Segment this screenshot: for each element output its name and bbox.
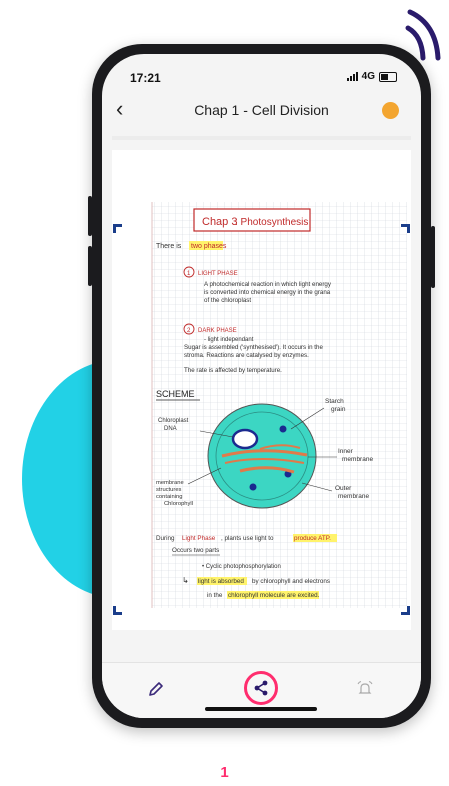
arrow-icon: ↳: [182, 576, 189, 585]
phase2-line4: The rate is affected by temperature.: [184, 367, 282, 374]
occurs-text: Occurs two parts: [172, 547, 219, 554]
phase1-line3: of the chloroplast: [204, 297, 251, 304]
during-atp: produce ATP.: [294, 535, 331, 542]
toolbar-strip: [112, 136, 411, 140]
note-page: Chap 3 : Photosynthesis There is two pha…: [151, 202, 407, 608]
label-membrane-3: containing: [156, 494, 182, 500]
crop-corner-top-left-icon[interactable]: [113, 224, 122, 233]
volume-up-button: [88, 196, 92, 236]
label-membrane-2: structures: [156, 487, 182, 493]
crop-corner-bottom-right-icon[interactable]: [401, 606, 410, 615]
share-button[interactable]: [244, 671, 278, 705]
label-chloroplast-2: DNA: [164, 426, 177, 432]
status-dot[interactable]: [382, 102, 399, 119]
arrow-line2-b: chlorophyll molecule are excited.: [228, 592, 320, 599]
phase2-title: DARK PHASE: [198, 328, 237, 334]
label-inner-2: membrane: [342, 456, 373, 463]
during-text: During: [156, 535, 175, 542]
heading-chap: Chap 3: [202, 216, 237, 228]
crop-corner-top-right-icon[interactable]: [401, 224, 410, 233]
note-document: Chap 3 : Photosynthesis There is two pha…: [112, 150, 411, 630]
phase1-line2: is converted into chemical energy in the…: [204, 289, 331, 296]
phase1-line1: A photochemical reaction in which light …: [204, 281, 332, 288]
heading-topic: : Photosynthesis: [235, 217, 308, 228]
phone-screen: 17:21 4G ‹ Chap 1 - Cell Division Chap 3…: [102, 54, 421, 718]
phase2-line3: stroma. Reactions are catalysed by enzym…: [184, 352, 309, 359]
arrow-rest: by chlorophyll and electrons: [252, 578, 330, 585]
label-membrane-4: Chlorophyll: [164, 501, 193, 507]
network-label: 4G: [361, 71, 375, 82]
power-button: [431, 226, 435, 288]
arrow-line2-a: in the: [207, 592, 223, 599]
bullet-cyclic: • Cyclic photophosphorylation: [202, 564, 281, 570]
label-outer-1: Outer: [335, 485, 352, 492]
label-chloroplast-1: Chloroplast: [158, 418, 189, 424]
label-outer-2: membrane: [338, 493, 369, 500]
crop-corner-bottom-left-icon[interactable]: [113, 606, 122, 615]
page-number: 1: [220, 764, 229, 781]
label-starch-2: grain: [331, 406, 346, 413]
volume-down-button: [88, 246, 92, 286]
status-time: 17:21: [130, 71, 161, 85]
intro-highlight: two phases: [191, 243, 227, 250]
during-mid: , plants use light to: [221, 535, 274, 542]
header: ‹ Chap 1 - Cell Division: [102, 92, 421, 128]
home-indicator: [205, 707, 317, 711]
label-inner-1: Inner: [338, 448, 354, 455]
pencil-icon[interactable]: [142, 675, 170, 703]
during-light-phase: Light Phase: [182, 535, 216, 542]
label-starch-1: Starch: [325, 398, 344, 405]
share-icon: [254, 680, 268, 696]
status-indicators: 4G: [346, 71, 397, 82]
arrow-light-absorbed: light is absorbed: [198, 578, 244, 585]
phase2-line2: Sugar is assembled ('synthesised'). It o…: [184, 344, 323, 351]
phase1-title: LIGHT PHASE: [198, 271, 238, 277]
phase2-line1: - light independant: [204, 337, 254, 343]
signal-icon: [346, 72, 358, 81]
page-title: Chap 1 - Cell Division: [194, 102, 329, 118]
alarm-icon[interactable]: [351, 675, 379, 703]
battery-icon: [379, 71, 397, 82]
scheme-heading: SCHEME: [156, 389, 195, 399]
intro-text: There is: [156, 243, 182, 250]
label-membrane-1: membrane: [156, 480, 184, 486]
